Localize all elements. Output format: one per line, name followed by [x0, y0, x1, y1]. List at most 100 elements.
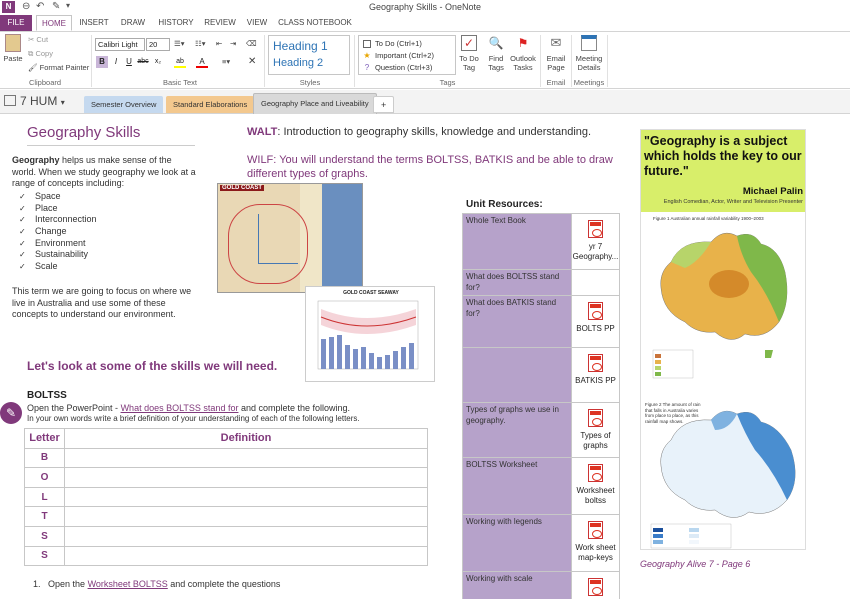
tag-important[interactable]: ★ Important (Ctrl+2) [363, 51, 434, 60]
resource-label[interactable]: Whole Text Book [462, 213, 572, 270]
resources-table[interactable]: Whole Text Book yr 7 Geography... What do… [462, 213, 620, 599]
page-title[interactable]: Geography Skills [27, 124, 140, 141]
underline-button[interactable]: U [123, 56, 135, 68]
tab-class-notebook[interactable]: CLASS NOTEBOOK [278, 15, 352, 31]
email-page-button[interactable]: ✉ Email Page [543, 35, 569, 72]
resource-file[interactable]: yr 7 Geography... [571, 213, 620, 270]
ribbon-tabs: FILE HOME INSERT DRAW HISTORY REVIEW VIE… [0, 15, 850, 31]
find-tags-button[interactable]: 🔍 Find Tags [485, 35, 507, 72]
letter-cell[interactable]: S [24, 525, 65, 547]
letter-cell[interactable]: B [24, 447, 65, 469]
image-caption[interactable]: Geography Alive 7 - Page 6 [640, 559, 750, 569]
cut-button[interactable]: ✂ Cut [28, 35, 48, 44]
tab-home[interactable]: HOME [36, 15, 72, 31]
resource-file[interactable]: Worksheet boltss [571, 457, 620, 515]
styles-gallery[interactable]: Heading 1 Heading 2 [268, 35, 350, 75]
format-painter-button[interactable]: 🖌 Format Painter [28, 63, 89, 72]
resource-label[interactable]: What does BOLTSS stand for? [462, 269, 572, 296]
add-section-button[interactable]: + [373, 96, 395, 113]
style-heading-2[interactable]: Heading 2 [273, 57, 323, 69]
section-tab-geography[interactable]: Geography Place and Liveability [253, 93, 377, 114]
paste-button[interactable]: Paste [2, 34, 24, 63]
font-size-select[interactable]: 20 [146, 38, 170, 51]
definition-cell[interactable] [64, 486, 428, 508]
definition-cell[interactable] [64, 525, 428, 547]
unit-resources-heading[interactable]: Unit Resources: [466, 199, 543, 210]
focus-paragraph[interactable]: This term we are going to focus on where… [12, 286, 198, 321]
outlook-tasks-button[interactable]: ⚑ Outlook Tasks [508, 35, 538, 72]
textbook-image[interactable]: "Geography is a subject which holds the … [640, 129, 806, 550]
section-tab-semester-overview[interactable]: Semester Overview [84, 96, 164, 113]
worksheet-boltss-link[interactable]: Worksheet BOLTSS [88, 579, 168, 589]
subscript-button[interactable]: x₂ [152, 56, 164, 68]
definition-cell[interactable] [64, 447, 428, 469]
notebook-bar: 7 HUM ▾ Semester Overview Standard Elabo… [0, 90, 850, 114]
gold-coast-map-image[interactable]: GOLD COAST [217, 183, 363, 293]
section-tab-standard-elaborations[interactable]: Standard Elaborations [166, 96, 255, 113]
bullets-icon[interactable]: ☰▾ [174, 39, 185, 48]
tag-question[interactable]: ? Question (Ctrl+3) [363, 63, 433, 73]
tab-insert[interactable]: INSERT [76, 15, 112, 31]
instructions-text[interactable]: In your own words write a brief definiti… [27, 413, 407, 425]
resource-file[interactable]: BATKIS PP [571, 347, 620, 403]
todo-tag-button[interactable]: ✓ To Do Tag [457, 35, 481, 72]
resource-file[interactable]: Work sheet map-keys [571, 514, 620, 572]
letter-cell[interactable]: S [24, 545, 65, 567]
indent-icon[interactable]: ⇥ [230, 39, 236, 48]
resource-file[interactable] [571, 571, 620, 599]
boltss-heading[interactable]: BOLTSS [27, 390, 67, 401]
page-canvas[interactable]: Geography Skills Geography helps us make… [0, 115, 850, 599]
align-icon[interactable]: ≡▾ [222, 57, 230, 66]
tab-history[interactable]: HISTORY [156, 15, 196, 31]
font-name-select[interactable]: Calibri Light [95, 38, 145, 51]
strikethrough-button[interactable]: abc [136, 56, 150, 68]
tag-todo[interactable]: To Do (Ctrl+1) [363, 39, 422, 49]
style-heading-1[interactable]: Heading 1 [273, 39, 328, 53]
check-icon: ✓ [19, 262, 26, 272]
italic-button[interactable]: I [110, 56, 122, 68]
resource-label[interactable]: What does BATKIS stand for? [462, 295, 572, 348]
boltss-powerpoint-link[interactable]: What does BOLTSS stand for [121, 403, 239, 413]
resource-file[interactable]: BOLTS PP [571, 295, 620, 348]
numbering-icon[interactable]: ☷▾ [195, 39, 206, 48]
tab-review[interactable]: REVIEW [202, 15, 238, 31]
resource-label[interactable]: BOLTSS Worksheet [462, 457, 572, 515]
wilf-text[interactable]: WILF: You will understand the terms BOLT… [247, 153, 627, 181]
walt-text[interactable]: WALT: Introduction to geography skills, … [247, 126, 591, 138]
definition-cell[interactable] [64, 506, 428, 527]
resource-label[interactable]: Working with scale [462, 571, 572, 599]
resource-label[interactable]: Types of graphs we use in geography. [462, 402, 572, 458]
letter-cell[interactable]: T [24, 506, 65, 527]
resource-label[interactable] [462, 347, 572, 403]
gold-coast-climate-graph[interactable]: GOLD COAST SEAWAY [305, 286, 435, 382]
resource-file[interactable] [571, 269, 620, 296]
numbered-list-item[interactable]: 1. Open the Worksheet BOLTSS and complet… [33, 579, 280, 589]
column-header-definition[interactable]: Definition [64, 428, 428, 449]
tags-gallery[interactable]: To Do (Ctrl+1) ★ Important (Ctrl+2) ? Ques… [358, 35, 456, 75]
highlight-button[interactable]: ab [174, 56, 186, 68]
copy-button[interactable]: ⧉ Copy [28, 49, 53, 59]
boltss-table[interactable]: Letter Definition B O L T S S [24, 428, 428, 567]
tab-view[interactable]: VIEW [242, 15, 272, 31]
notebook-selector[interactable]: 7 HUM ▾ [4, 94, 65, 108]
question-icon: ? [364, 63, 370, 73]
delete-icon[interactable]: ✕ [248, 56, 256, 67]
tab-file[interactable]: FILE [0, 15, 32, 31]
resource-label[interactable]: Working with legends [462, 514, 572, 572]
meeting-details-button[interactable]: Meeting Details [573, 35, 605, 72]
bold-button[interactable]: B [96, 56, 108, 68]
column-header-letter[interactable]: Letter [24, 428, 65, 449]
letter-cell[interactable]: O [24, 467, 65, 488]
skills-heading[interactable]: Let's look at some of the skills we will… [27, 359, 277, 373]
basic-text-group-label: Basic Text [162, 78, 198, 87]
letter-cell[interactable]: L [24, 486, 65, 508]
clear-formatting-icon[interactable]: ⌫ [246, 39, 257, 48]
font-color-button[interactable]: A [196, 56, 208, 68]
tab-draw[interactable]: DRAW [116, 15, 150, 31]
pen-icon[interactable]: ✎ [0, 402, 22, 424]
outdent-icon[interactable]: ⇤ [216, 39, 222, 48]
resource-file[interactable]: Types of graphs [571, 402, 620, 458]
definition-cell[interactable] [64, 545, 428, 567]
intro-paragraph[interactable]: Geography helps us make sense of the wor… [12, 155, 198, 190]
definition-cell[interactable] [64, 467, 428, 488]
